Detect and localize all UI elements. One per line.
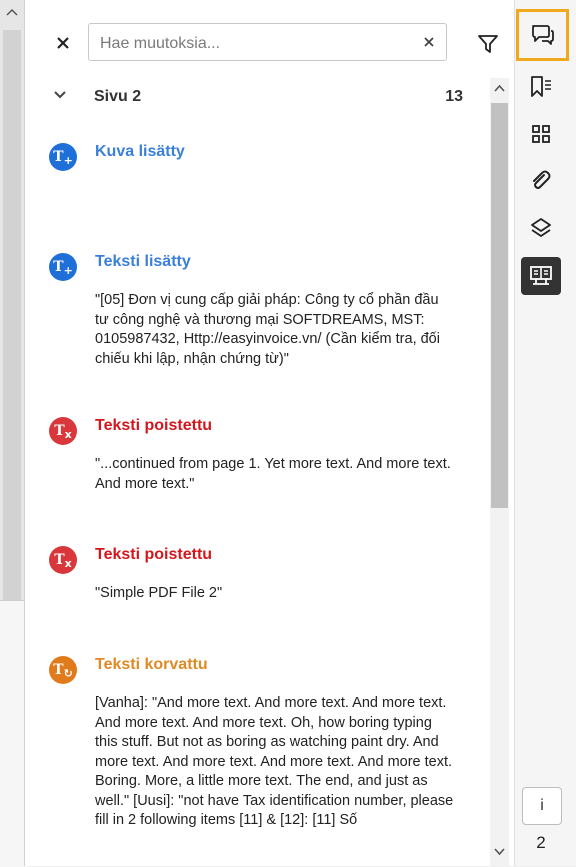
text-added-icon: T + (49, 253, 77, 281)
compare-button[interactable] (521, 257, 561, 295)
change-text: "...continued from page 1. Yet more text… (95, 456, 451, 492)
layers-icon (531, 218, 551, 237)
comments-icon (531, 25, 554, 45)
scroll-down-arrow-icon[interactable] (494, 848, 505, 856)
close-icon (57, 37, 69, 49)
search-box (88, 23, 447, 61)
change-text: "Simple PDF File 2" (95, 585, 223, 601)
change-count: 13 (445, 88, 463, 105)
list-scroll-thumb[interactable] (491, 103, 508, 508)
document-scroll-thumb[interactable] (3, 30, 21, 600)
document-scrollbar[interactable] (0, 0, 25, 867)
change-title: Teksti lisätty (95, 253, 191, 270)
change-title: Teksti poistettu (95, 546, 213, 563)
text-deleted-icon: Tx (49, 546, 77, 574)
scroll-up-arrow-icon[interactable] (494, 84, 505, 92)
document-area (0, 600, 24, 867)
attachments-button[interactable] (520, 160, 562, 202)
text-added-icon: T + (49, 143, 77, 171)
bookmarks-button[interactable] (520, 66, 562, 108)
change-title: Kuva lisätty (95, 143, 185, 160)
close-panel-button[interactable] (52, 32, 74, 54)
page-group-title: Sivu 2 (94, 88, 142, 105)
change-title: Teksti poistettu (95, 417, 213, 434)
list-scrollbar[interactable] (490, 78, 509, 866)
change-text: [Vanha]: "And more text. And more text. … (95, 695, 454, 828)
info-label: i (540, 797, 544, 814)
change-text: "[05] Đơn vị cung cấp giải pháp: Công ty… (95, 292, 440, 367)
attachments-icon (533, 170, 551, 189)
page-number: 2 (536, 833, 546, 852)
page-group-header[interactable]: Sivu 2 13 (53, 84, 463, 112)
text-deleted-icon: Tx (49, 417, 77, 445)
bookmarks-icon (531, 76, 551, 97)
search-input[interactable] (98, 31, 412, 57)
change-title: Teksti korvattu (95, 656, 208, 673)
comments-button[interactable] (516, 9, 569, 61)
right-toolbar: i 2 (515, 0, 576, 866)
changes-panel: Sivu 2 13 T+ Kuva lisätty T+ Teksti lisä… (25, 0, 515, 866)
thumbnails-button[interactable] (520, 113, 562, 155)
scroll-up-arrow-icon[interactable] (6, 8, 18, 16)
thumbnails-icon (532, 125, 550, 143)
filter-icon[interactable] (477, 32, 499, 56)
info-button[interactable]: i (522, 787, 562, 825)
chevron-down-icon[interactable] (53, 90, 67, 100)
clear-search-icon[interactable] (422, 35, 436, 49)
layers-button[interactable] (520, 207, 562, 249)
text-replaced-icon: T ↻ (49, 656, 77, 684)
compare-icon (530, 266, 552, 285)
